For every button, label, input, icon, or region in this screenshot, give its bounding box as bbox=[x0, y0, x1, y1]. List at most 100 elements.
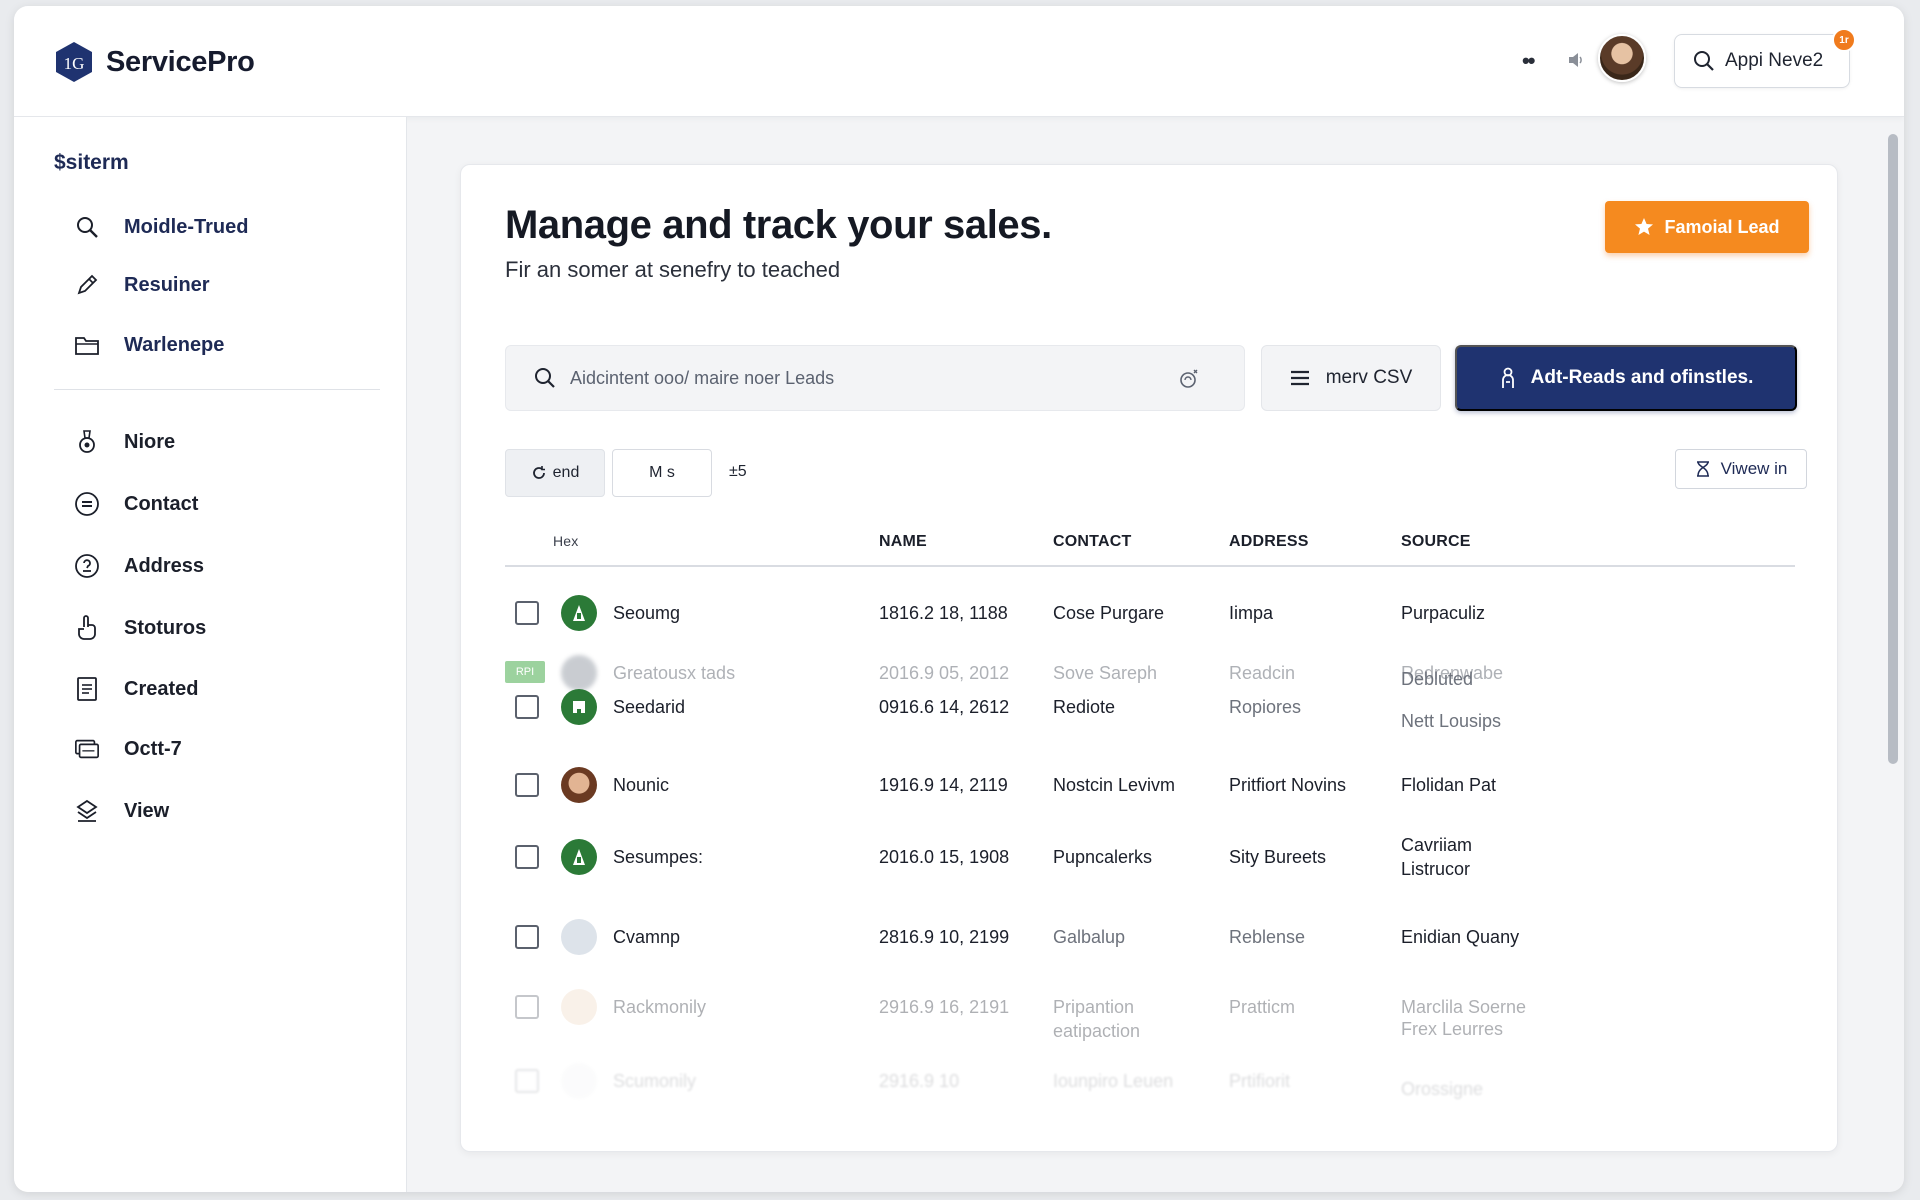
sidebar-item-label: Octt-7 bbox=[124, 737, 182, 760]
document-icon bbox=[74, 676, 100, 702]
main-card: Manage and track your sales. Fir an some… bbox=[460, 164, 1838, 1152]
search-icon bbox=[1694, 51, 1714, 71]
page-title: Manage and track your sales. bbox=[505, 203, 1052, 247]
voice-search-icon[interactable] bbox=[1176, 366, 1202, 392]
sidebar-item-address[interactable]: Address bbox=[74, 546, 204, 586]
sidebar-item-label: Resuiner bbox=[124, 273, 210, 296]
column-header-hex[interactable]: Hex bbox=[553, 533, 579, 549]
sidebar-item-label: Stoturos bbox=[124, 616, 207, 639]
row-checkbox[interactable] bbox=[515, 695, 539, 719]
sidebar-item-created[interactable]: Created bbox=[74, 669, 198, 709]
row-source: Cavriiam bbox=[1401, 835, 1473, 855]
row-date: 1916.9 14, 2119 bbox=[879, 775, 1008, 795]
notification-badge: 1r bbox=[1832, 28, 1856, 52]
menu-icon bbox=[1290, 370, 1309, 386]
row-checkbox[interactable] bbox=[515, 845, 539, 869]
sidebar-item-label: Warlenepe bbox=[124, 333, 225, 356]
speaker-icon[interactable] bbox=[1566, 50, 1586, 70]
column-header-name[interactable]: NAME bbox=[879, 533, 927, 551]
table-row[interactable]: Scumonily 2916.9 10 Iounpiro Leuen Prtif… bbox=[505, 1055, 1795, 1105]
row-contact: Sove Sareph bbox=[1053, 663, 1158, 683]
column-header-source[interactable]: SOURCE bbox=[1401, 533, 1471, 551]
sidebar-item-label: Address bbox=[124, 554, 205, 577]
view-in-button[interactable]: Viwew in bbox=[1675, 449, 1807, 489]
brand-name: ServicePro bbox=[106, 45, 255, 78]
primary-lead-button[interactable]: Famoial Lead bbox=[1605, 201, 1809, 253]
scrollbar-thumb[interactable] bbox=[1888, 134, 1898, 764]
refresh-chip[interactable]: end bbox=[505, 449, 605, 497]
page-subtitle: Fir an somer at senefry to teached bbox=[505, 257, 841, 282]
row-checkbox[interactable] bbox=[515, 601, 539, 625]
sidebar-item-contact[interactable]: Contact bbox=[74, 484, 198, 524]
table-row[interactable]: Sesumpes: 2016.0 15, 1908 Pupncalerks Si… bbox=[505, 825, 1795, 895]
table-row[interactable]: Seoumg 1816.2 18, 1188 Cose Purgare Iimp… bbox=[505, 583, 1795, 643]
header-search-button[interactable]: Appi Neve2 bbox=[1674, 34, 1850, 88]
add-leads-button[interactable]: Adt-Reads and ofinstles. bbox=[1455, 345, 1797, 411]
filter-chip[interactable]: M s bbox=[612, 449, 712, 497]
leads-search-input[interactable] bbox=[570, 367, 1130, 389]
sidebar: $siterm Moidle-Trued Resuiner Warlenepe … bbox=[14, 117, 407, 1192]
sidebar-item-label: Contact bbox=[124, 492, 199, 515]
award-icon bbox=[74, 429, 100, 455]
status-avatar-icon bbox=[561, 689, 597, 725]
row-checkbox[interactable] bbox=[515, 773, 539, 797]
sidebar-item-stoturos[interactable]: Stoturos bbox=[74, 608, 206, 648]
filter-chip-label: M s bbox=[649, 464, 675, 481]
layers-icon bbox=[74, 798, 100, 824]
row-address: Pritfiort Novins bbox=[1229, 775, 1347, 795]
hourglass-icon bbox=[1696, 461, 1709, 477]
row-avatar bbox=[561, 655, 597, 691]
sidebar-item-niore[interactable]: Niore bbox=[74, 422, 175, 462]
more-dots-icon[interactable]: •• bbox=[1522, 48, 1535, 74]
row-name: Nounic bbox=[613, 775, 670, 795]
user-avatar[interactable] bbox=[1598, 34, 1646, 82]
folder-icon bbox=[74, 332, 100, 358]
star-icon bbox=[1635, 218, 1654, 235]
sidebar-item-moidle-trued[interactable]: Moidle-Trued bbox=[74, 207, 248, 247]
row-date: 2816.9 10, 2199 bbox=[879, 927, 1010, 947]
row-date: 2916.9 16, 2191 bbox=[879, 997, 1010, 1017]
brand[interactable]: 1G ServicePro bbox=[54, 40, 255, 84]
row-source: Debluted bbox=[1401, 669, 1474, 689]
brand-logo-icon: 1G bbox=[56, 42, 92, 82]
row-checkbox[interactable] bbox=[515, 1069, 539, 1093]
row-name: Greatousx tads bbox=[613, 663, 736, 683]
row-date: 2016.0 15, 1908 bbox=[879, 847, 1010, 867]
table-row[interactable]: Seedarid 0916.6 14, 2612 Rediote Ropiore… bbox=[505, 669, 1795, 747]
row-date: 2916.9 10 bbox=[879, 1071, 960, 1091]
table-row[interactable]: RPI Greatousx tads 2016.9 05, 2012 Sove … bbox=[505, 655, 1795, 691]
row-checkbox[interactable] bbox=[515, 995, 539, 1019]
table-row[interactable]: Nounic 1916.9 14, 2119 Nostcin Levivm Pr… bbox=[505, 755, 1795, 815]
sidebar-item-resuiner[interactable]: Resuiner bbox=[74, 265, 210, 305]
row-checkbox[interactable] bbox=[515, 925, 539, 949]
sidebar-heading: $siterm bbox=[54, 151, 129, 174]
page-scrollbar[interactable] bbox=[1886, 126, 1900, 1186]
row-source: Flolidan Pat bbox=[1401, 775, 1497, 795]
leads-search-bar[interactable] bbox=[505, 345, 1245, 411]
row-contact: Galbalup bbox=[1053, 927, 1126, 947]
column-header-contact[interactable]: CONTACT bbox=[1053, 533, 1131, 551]
table-row[interactable]: Cvamnp 2816.9 10, 2199 Galbalup Reblense… bbox=[505, 905, 1795, 965]
app-window: 1G ServicePro •• Appi Neve2 1r $siterm M… bbox=[14, 6, 1904, 1192]
row-avatar bbox=[561, 919, 597, 955]
results-count: ±5 bbox=[729, 463, 747, 480]
table-row[interactable]: Rackmonily 2916.9 16, 2191 Pripantion ea… bbox=[505, 977, 1795, 1047]
header-search-label: Appi Neve2 bbox=[1725, 50, 1824, 71]
primary-lead-label: Famoial Lead bbox=[1664, 216, 1780, 237]
refresh-chip-label: end bbox=[552, 464, 580, 481]
status-avatar-icon bbox=[561, 595, 597, 631]
sidebar-item-view[interactable]: View bbox=[74, 791, 169, 831]
row-source: Marclila Soerne bbox=[1401, 997, 1527, 1017]
sidebar-divider bbox=[54, 389, 380, 390]
column-header-address[interactable]: ADDRESS bbox=[1229, 533, 1309, 551]
sidebar-item-octt-7[interactable]: Octt-7 bbox=[74, 729, 182, 769]
sidebar-item-warlenepe[interactable]: Warlenepe bbox=[74, 325, 224, 365]
export-csv-button[interactable]: merv CSV bbox=[1261, 345, 1441, 411]
refresh-icon bbox=[532, 466, 545, 479]
row-source: Purpaculiz bbox=[1401, 603, 1486, 623]
row-tag: RPI bbox=[505, 661, 545, 683]
sidebar-item-label: View bbox=[124, 799, 170, 822]
row-source-secondary: Frex Leurres bbox=[1401, 1019, 1504, 1039]
row-name: Seedarid bbox=[613, 697, 686, 717]
top-bar: 1G ServicePro •• Appi Neve2 1r bbox=[14, 6, 1904, 117]
